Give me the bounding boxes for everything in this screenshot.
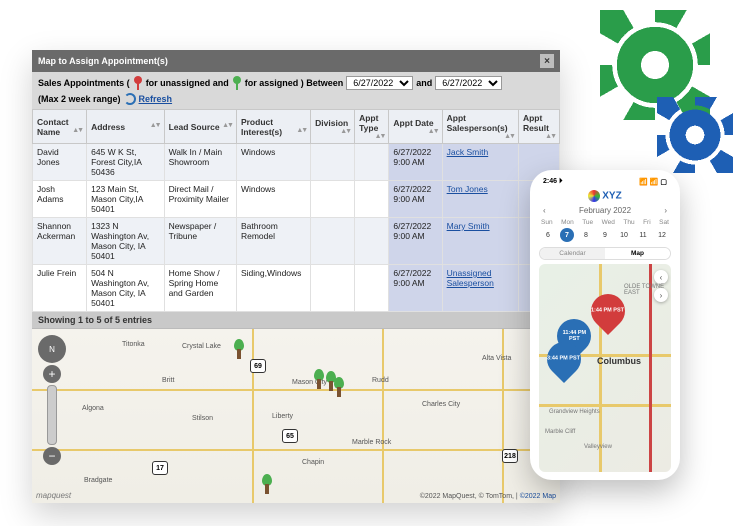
map-city-label: Stilson	[192, 415, 213, 422]
table-row[interactable]: Julie Frein 504 N Washington Av, Mason C…	[33, 265, 560, 312]
window-titlebar: Map to Assign Appointment(s) ×	[32, 50, 560, 72]
mobile-preview: 2:46 ⏵ 📶 📶 ▢ XYZ ‹ February 2022 › Sun M…	[530, 170, 680, 480]
map-brand: mapquest	[36, 491, 71, 500]
map-pin-icon[interactable]	[332, 377, 346, 397]
map-city-label: Algona	[82, 405, 104, 412]
route-shield: 17	[152, 461, 168, 475]
filter-bar: Sales Appointments ( for unassigned and …	[32, 72, 560, 109]
appointments-table: Contact Name▲▼ Address▲▼ Lead Source▲▼ P…	[32, 109, 560, 312]
assign-appointments-window: Map to Assign Appointment(s) × Sales App…	[32, 50, 560, 503]
phone-view-tabs: Calendar Map	[539, 247, 671, 260]
col-contact[interactable]: Contact Name▲▼	[33, 110, 87, 144]
map-pin-icon[interactable]	[260, 474, 274, 494]
phone-status-icons: 📶 📶 ▢	[639, 178, 667, 186]
zoom-in-button[interactable]: +	[43, 365, 61, 383]
tab-map[interactable]: Map	[605, 248, 670, 259]
map-city-label: Titonka	[122, 341, 145, 348]
map-city-label: Alta Vista	[482, 355, 511, 362]
col-type[interactable]: Appt Type▲▼	[355, 110, 389, 144]
route-shield: 69	[250, 359, 266, 373]
tab-calendar[interactable]: Calendar	[540, 248, 605, 259]
window-title: Map to Assign Appointment(s)	[38, 56, 168, 66]
salesperson-link[interactable]: Unassigned Salesperson	[447, 268, 494, 288]
day-cell[interactable]: 12	[655, 228, 669, 242]
map-pin-icon[interactable]	[232, 339, 246, 359]
filter-label: for unassigned and	[146, 78, 229, 88]
route-shield: 65	[282, 429, 298, 443]
phone-weekday-row: Sun Mon Tue Wed Thu Fri Sat	[539, 219, 671, 226]
area-label: Grandview Heights	[549, 409, 600, 415]
close-icon[interactable]: ×	[540, 54, 554, 68]
filter-label: Sales Appointments (	[38, 78, 130, 88]
col-result[interactable]: Appt Result▲▼	[518, 110, 559, 144]
map-city-label: Bradgate	[84, 477, 112, 484]
table-row[interactable]: Shannon Ackerman 1323 N Washington Av, M…	[33, 218, 560, 265]
map-city-label: Britt	[162, 377, 174, 384]
phone-month-nav: ‹ February 2022 ›	[539, 206, 671, 215]
date-from-select[interactable]: 6/27/2022	[346, 76, 413, 90]
salesperson-link[interactable]: Jack Smith	[447, 147, 489, 157]
zoom-out-button[interactable]: −	[43, 447, 61, 465]
day-cell[interactable]: 11	[636, 228, 650, 242]
filter-label: for assigned ) Between	[245, 78, 344, 88]
map-city-label: Chapin	[302, 459, 324, 466]
refresh-link[interactable]: Refresh	[139, 94, 173, 104]
table-footer-count: Showing 1 to 5 of 5 entries	[32, 312, 560, 328]
col-sales[interactable]: Appt Salesperson(s)▲▼	[442, 110, 518, 144]
phone-map[interactable]: ‹ › OLDE TOWNE EAST Grandview Heights Ma…	[539, 264, 671, 472]
col-lead[interactable]: Lead Source▲▼	[164, 110, 236, 144]
day-cell[interactable]: 8	[579, 228, 593, 242]
phone-time: 2:46 ⏵	[543, 178, 562, 186]
gear-icon	[665, 105, 725, 165]
city-label: Columbus	[597, 356, 641, 366]
col-address[interactable]: Address▲▼	[87, 110, 164, 144]
map-city-label: Liberty	[272, 413, 293, 420]
salesperson-link[interactable]: Mary Smith	[447, 221, 490, 231]
phone-status-bar: 2:46 ⏵ 📶 📶 ▢	[539, 178, 671, 186]
map-area[interactable]: Titonka Crystal Lake Britt Mason City Ru…	[32, 328, 560, 503]
col-date[interactable]: Appt Date▲▼	[389, 110, 442, 144]
table-row[interactable]: Josh Adams 123 Main St, Mason City,IA 50…	[33, 181, 560, 218]
salesperson-link[interactable]: Tom Jones	[447, 184, 488, 194]
map-city-label: Crystal Lake	[182, 343, 221, 350]
table-row[interactable]: David Jones 645 W K St, Forest City,IA 5…	[33, 144, 560, 181]
compass-icon[interactable]: N	[38, 335, 66, 363]
day-cell[interactable]: 6	[541, 228, 555, 242]
map-controls: N + −	[38, 335, 66, 465]
map-city-label: Rudd	[372, 377, 389, 384]
zoom-slider[interactable]	[47, 385, 57, 445]
area-label: Valleyview	[584, 444, 612, 450]
pin-unassigned-icon	[133, 76, 143, 90]
date-to-select[interactable]: 6/27/2022	[435, 76, 502, 90]
phone-brand: XYZ	[539, 190, 671, 202]
day-cell[interactable]: 10	[617, 228, 631, 242]
month-label: February 2022	[579, 206, 631, 215]
prev-month-icon[interactable]: ‹	[543, 206, 546, 215]
col-division[interactable]: Division▲▼	[311, 110, 355, 144]
day-cell[interactable]: 9	[598, 228, 612, 242]
range-note: (Max 2 week range)	[38, 94, 121, 104]
phone-days-row: 6 7 8 9 10 11 12	[539, 228, 671, 242]
refresh-icon	[124, 93, 136, 105]
brand-swirl-icon	[588, 190, 600, 202]
area-label: Marble Cliff	[545, 429, 575, 435]
next-month-icon[interactable]: ›	[664, 206, 667, 215]
map-city-label: Charles City	[422, 401, 460, 408]
area-label: OLDE TOWNE EAST	[624, 284, 671, 296]
pin-assigned-icon	[232, 76, 242, 90]
map-city-label: Marble Rock	[352, 439, 391, 446]
map-copyright: ©2022 MapQuest, © TomTom, | ©2022 Map	[420, 493, 556, 500]
filter-label: and	[416, 78, 432, 88]
map-prev-icon[interactable]: ‹	[654, 270, 668, 284]
col-product[interactable]: Product Interest(s)▲▼	[236, 110, 310, 144]
day-cell-selected[interactable]: 7	[560, 228, 574, 242]
route-shield: 218	[502, 449, 518, 463]
